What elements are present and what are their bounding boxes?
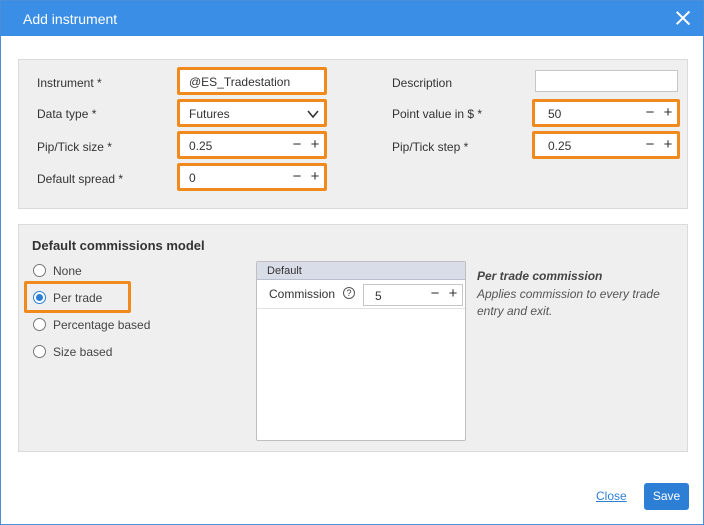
- default-spread-stepper: − +: [288, 166, 324, 188]
- pip-tick-step-input[interactable]: 0.25 − +: [532, 131, 680, 159]
- point-value-value: 50: [548, 107, 562, 121]
- decrement-button[interactable]: −: [288, 166, 306, 188]
- radio-per-trade[interactable]: [33, 291, 46, 304]
- description-input[interactable]: [535, 70, 678, 92]
- decrement-button[interactable]: −: [641, 134, 659, 156]
- commission-description-text: Applies commission to every trade entry …: [477, 287, 660, 318]
- add-instrument-dialog: Add instrument Instrument * @ES_Tradesta…: [0, 0, 704, 525]
- data-type-value: Futures: [189, 107, 230, 121]
- commission-table-header: Default: [257, 262, 465, 280]
- increment-button[interactable]: +: [659, 134, 677, 156]
- radio-label-per-trade: Per trade: [53, 291, 103, 305]
- increment-button[interactable]: +: [444, 285, 462, 305]
- default-spread-input[interactable]: 0 − +: [177, 163, 327, 191]
- data-type-label: Data type *: [37, 107, 97, 121]
- decrement-button[interactable]: −: [426, 285, 444, 305]
- instrument-label: Instrument *: [37, 76, 102, 90]
- point-value-input[interactable]: 50 − +: [532, 99, 680, 127]
- commission-value: 5: [375, 289, 382, 303]
- increment-button[interactable]: +: [306, 166, 324, 188]
- radio-label-size-based: Size based: [53, 345, 113, 359]
- decrement-button[interactable]: −: [641, 102, 659, 124]
- data-type-select[interactable]: Futures: [177, 99, 327, 127]
- pip-tick-step-value: 0.25: [548, 139, 572, 153]
- dialog-titlebar: Add instrument: [1, 1, 703, 36]
- commission-stepper: − +: [426, 285, 462, 305]
- close-link[interactable]: Close: [596, 489, 627, 503]
- radio-size-based[interactable]: [33, 345, 46, 358]
- radio-label-none: None: [53, 264, 82, 278]
- pip-tick-size-stepper: − +: [288, 134, 324, 156]
- commission-label: Commission: [269, 287, 336, 301]
- chevron-down-icon: [307, 110, 319, 119]
- commission-input[interactable]: 5 − +: [363, 284, 463, 306]
- point-value-label: Point value in $ *: [392, 107, 483, 121]
- question-icon[interactable]: ?: [343, 287, 355, 299]
- commission-table: Default Commission ? 5 − +: [256, 261, 466, 441]
- default-spread-value: 0: [189, 171, 196, 185]
- radio-label-percentage-based: Percentage based: [53, 318, 151, 332]
- increment-button[interactable]: +: [306, 134, 324, 156]
- table-header-default: Default: [267, 265, 302, 277]
- instrument-value: @ES_Tradestation: [189, 75, 291, 89]
- pip-tick-size-label: Pip/Tick size *: [37, 140, 112, 154]
- increment-button[interactable]: +: [659, 102, 677, 124]
- close-icon[interactable]: [675, 10, 691, 26]
- pip-tick-size-value: 0.25: [189, 139, 213, 153]
- save-button[interactable]: Save: [644, 483, 689, 510]
- dialog-title: Add instrument: [23, 11, 118, 27]
- instrument-input[interactable]: @ES_Tradestation: [177, 67, 327, 95]
- radio-none[interactable]: [33, 264, 46, 277]
- commissions-title: Default commissions model: [32, 238, 205, 253]
- commission-description-title: Per trade commission: [477, 269, 603, 283]
- pip-tick-size-input[interactable]: 0.25 − +: [177, 131, 327, 159]
- pip-tick-step-label: Pip/Tick step *: [392, 140, 469, 154]
- point-value-stepper: − +: [641, 102, 677, 124]
- row-divider: [257, 308, 465, 309]
- radio-percentage-based[interactable]: [33, 318, 46, 331]
- pip-tick-step-stepper: − +: [641, 134, 677, 156]
- description-label: Description: [392, 76, 453, 90]
- decrement-button[interactable]: −: [288, 134, 306, 156]
- default-spread-label: Default spread *: [37, 172, 124, 186]
